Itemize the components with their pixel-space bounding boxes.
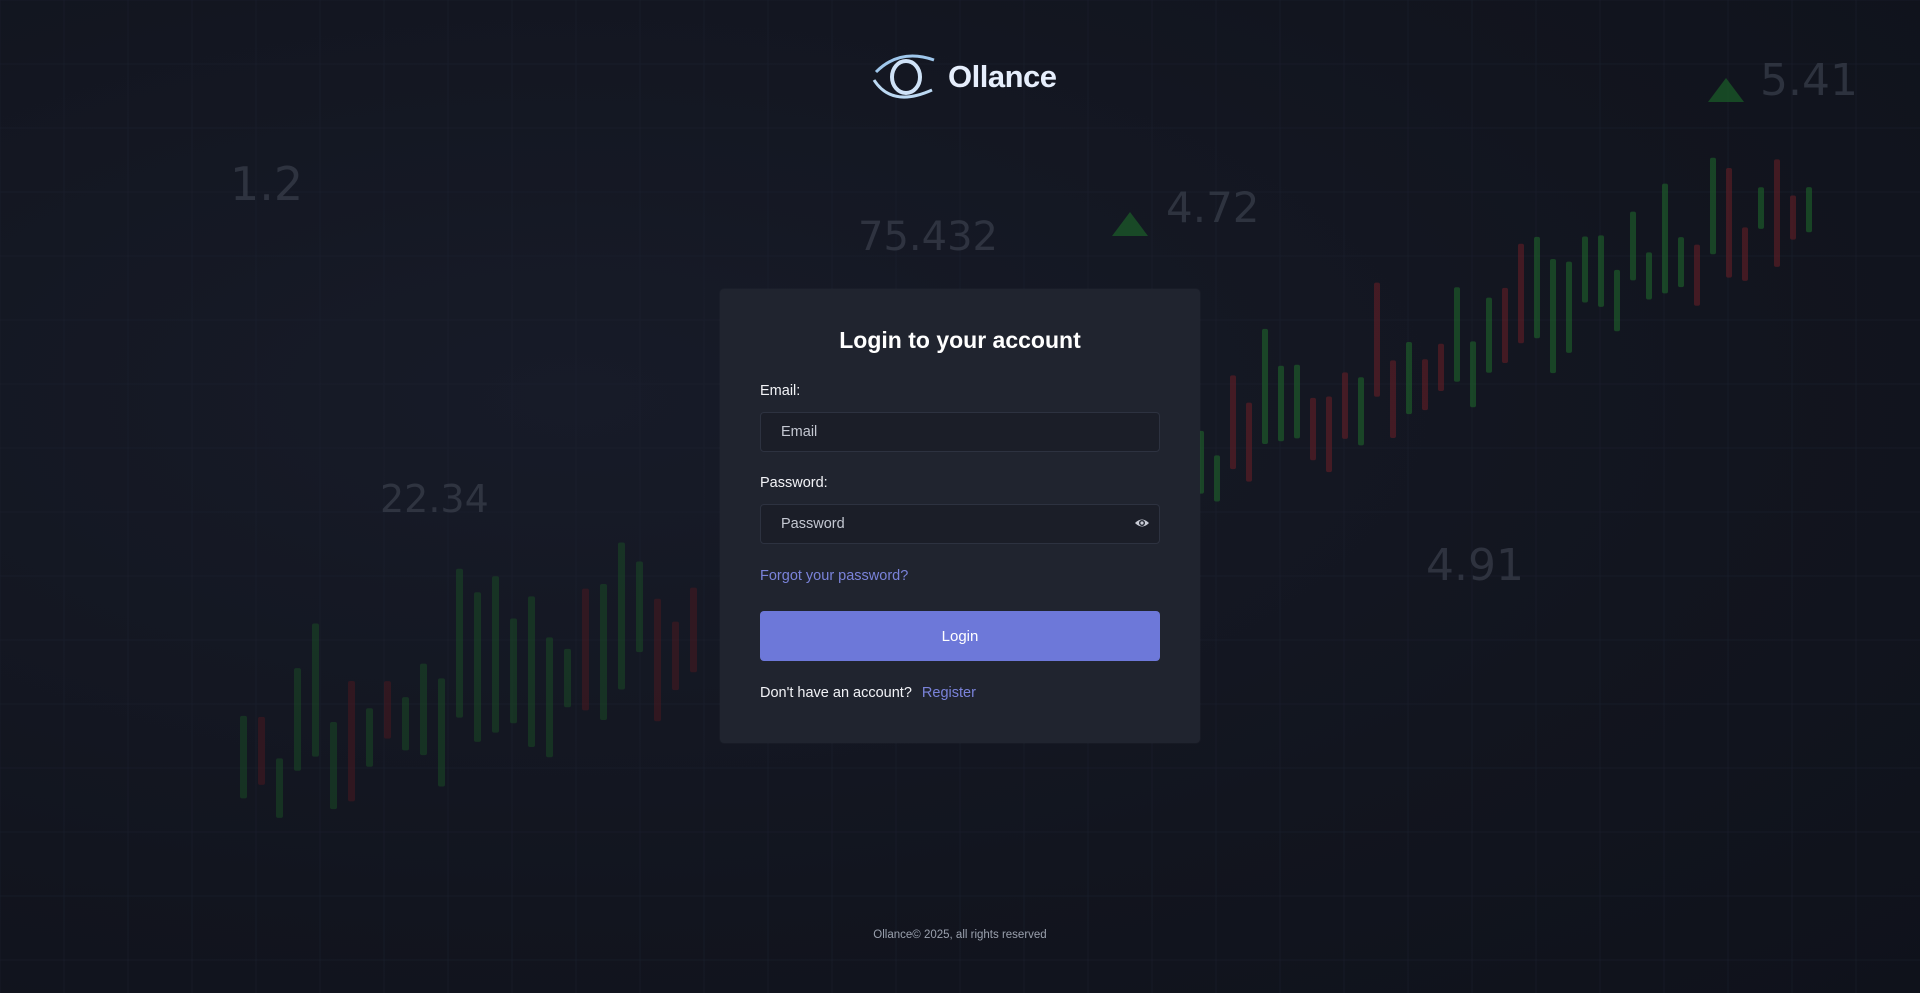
bg-candle bbox=[1566, 261, 1572, 353]
bg-candle bbox=[438, 678, 445, 787]
password-label: Password: bbox=[760, 475, 828, 491]
login-button[interactable]: Login bbox=[760, 611, 1160, 661]
login-title: Login to your account bbox=[839, 327, 1081, 353]
bg-number: 22.34 bbox=[380, 477, 489, 521]
bg-candle bbox=[1422, 359, 1428, 411]
bg-candle bbox=[1374, 282, 1380, 397]
bg-number: 5.41 bbox=[1760, 55, 1858, 106]
bg-candle bbox=[1614, 269, 1620, 332]
bg-candle bbox=[1230, 375, 1236, 470]
bg-candle bbox=[1518, 243, 1524, 344]
register-link[interactable]: Register bbox=[922, 685, 976, 701]
eye-icon[interactable] bbox=[1134, 515, 1150, 531]
bg-candle bbox=[600, 583, 607, 721]
bg-candle bbox=[1502, 287, 1508, 364]
bg-number: 75.432 bbox=[858, 214, 998, 260]
bg-candle bbox=[1342, 372, 1348, 439]
password-input[interactable] bbox=[760, 504, 1160, 544]
bg-candle bbox=[1454, 287, 1460, 382]
bg-candle bbox=[1790, 195, 1796, 240]
bg-candle bbox=[348, 681, 355, 802]
bg-candle bbox=[1630, 211, 1636, 281]
bg-up-arrow bbox=[1112, 212, 1148, 236]
bg-number: 1.2 bbox=[230, 157, 303, 211]
bg-candle bbox=[240, 715, 247, 799]
bg-candle bbox=[510, 618, 517, 724]
bg-candle bbox=[1262, 328, 1268, 445]
bg-candle bbox=[1646, 252, 1652, 300]
bg-candle bbox=[1758, 187, 1764, 229]
bg-candle bbox=[1486, 297, 1492, 373]
bg-candle bbox=[276, 758, 283, 818]
bg-candle bbox=[582, 588, 589, 711]
bg-number: 4.72 bbox=[1166, 183, 1260, 232]
bg-candle bbox=[1694, 244, 1700, 306]
bg-candle bbox=[492, 576, 499, 733]
email-label: Email: bbox=[760, 383, 801, 399]
bg-candle bbox=[564, 648, 571, 708]
bg-candle bbox=[1678, 237, 1684, 288]
bg-candle bbox=[690, 587, 697, 673]
bg-candle bbox=[1470, 341, 1476, 408]
bg-candle bbox=[528, 596, 535, 747]
bg-candle bbox=[1710, 157, 1716, 255]
bg-candle bbox=[1662, 183, 1668, 294]
no-account-text: Don't have an account? bbox=[760, 685, 912, 701]
bg-candle bbox=[672, 621, 679, 691]
bg-candle bbox=[1214, 455, 1220, 502]
forgot-password-link[interactable]: Forgot your password? bbox=[760, 568, 908, 584]
bg-candle bbox=[1534, 236, 1540, 339]
bg-candle bbox=[1550, 258, 1556, 374]
bg-candle bbox=[420, 663, 427, 756]
bg-candle bbox=[384, 681, 391, 739]
ollance-logo-icon bbox=[872, 54, 935, 99]
email-input[interactable] bbox=[760, 412, 1160, 452]
bg-candle bbox=[1774, 159, 1780, 267]
bg-candle bbox=[636, 561, 643, 653]
bg-candle bbox=[366, 708, 373, 767]
bg-candle bbox=[546, 637, 553, 758]
bg-candle bbox=[258, 716, 265, 785]
bg-candle bbox=[618, 542, 625, 690]
bg-candle bbox=[1310, 397, 1316, 461]
bg-candle bbox=[1726, 168, 1732, 278]
bg-up-arrow bbox=[1708, 78, 1744, 102]
bg-candle bbox=[1326, 396, 1332, 473]
register-row: Don't have an account? Register bbox=[760, 685, 976, 701]
bg-candle bbox=[294, 668, 301, 771]
bg-candle bbox=[402, 697, 409, 751]
bg-candle bbox=[1246, 402, 1252, 482]
bg-candle bbox=[1742, 227, 1748, 281]
bg-candle bbox=[654, 598, 661, 722]
bg-candle bbox=[1278, 365, 1284, 442]
footer-copyright: Ollance© 2025, all rights reserved bbox=[873, 929, 1047, 941]
bg-number: 4.91 bbox=[1426, 540, 1524, 591]
bg-candle bbox=[330, 721, 337, 810]
bg-candle bbox=[1390, 360, 1396, 439]
bg-candle bbox=[1598, 235, 1604, 307]
bg-candle bbox=[1582, 236, 1588, 303]
brand-name: Ollance bbox=[948, 59, 1057, 94]
bg-candle bbox=[474, 592, 481, 742]
bg-candle bbox=[1406, 342, 1412, 415]
bg-candle bbox=[312, 623, 319, 757]
brand-logo: Ollance bbox=[870, 46, 1057, 108]
bg-candle bbox=[1294, 364, 1300, 439]
login-card: Login to your account Email: Password: F… bbox=[720, 289, 1200, 743]
bg-candle bbox=[1358, 377, 1364, 446]
bg-candle bbox=[1806, 187, 1812, 233]
bg-candle bbox=[1438, 343, 1444, 392]
bg-candle bbox=[456, 568, 463, 718]
